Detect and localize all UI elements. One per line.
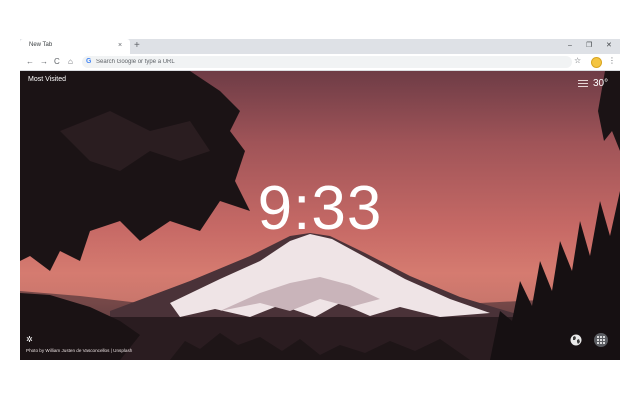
home-icon[interactable]: ⌂ <box>68 57 73 67</box>
tab-strip: New Tab × + – ❐ ✕ <box>20 39 620 54</box>
reload-icon[interactable]: C <box>54 57 60 67</box>
apps-grid-icon[interactable] <box>594 333 608 347</box>
clock: 9:33 <box>257 174 383 243</box>
search-input[interactable] <box>96 57 496 67</box>
new-tab-button[interactable]: + <box>134 40 140 52</box>
menu-icon[interactable]: ⋮ <box>608 56 616 66</box>
tab-new-tab[interactable]: New Tab × <box>20 39 130 54</box>
omnibox[interactable]: G <box>82 56 572 68</box>
back-icon[interactable]: ← <box>26 57 34 67</box>
minimize-icon[interactable]: – <box>568 41 572 51</box>
most-visited-link[interactable]: Most Visited <box>28 76 66 83</box>
globe-icon[interactable] <box>570 334 582 346</box>
window-close-icon[interactable]: ✕ <box>606 41 612 51</box>
new-tab-page: Most Visited 30° 9:33 ✲ Photo by William… <box>20 71 620 360</box>
todo-list-icon[interactable] <box>578 80 588 87</box>
restore-icon[interactable]: ❐ <box>586 41 592 51</box>
photo-credit[interactable]: Photo by William Justen de Vasconcellos … <box>26 348 132 353</box>
bookmark-star-icon[interactable]: ☆ <box>574 56 581 66</box>
tab-title: New Tab <box>29 42 53 48</box>
google-icon: G <box>86 58 92 65</box>
forward-icon[interactable]: → <box>40 57 48 67</box>
tab-close-icon[interactable]: × <box>118 41 122 51</box>
settings-gear-icon[interactable]: ✲ <box>26 335 33 345</box>
extension-icon[interactable] <box>591 57 602 68</box>
toolbar: ← → C ⌂ G ☆ ⋮ <box>20 54 620 71</box>
weather-temperature[interactable]: 30° <box>593 78 608 89</box>
browser-window: New Tab × + – ❐ ✕ ← → C ⌂ G ☆ ⋮ <box>20 39 620 360</box>
